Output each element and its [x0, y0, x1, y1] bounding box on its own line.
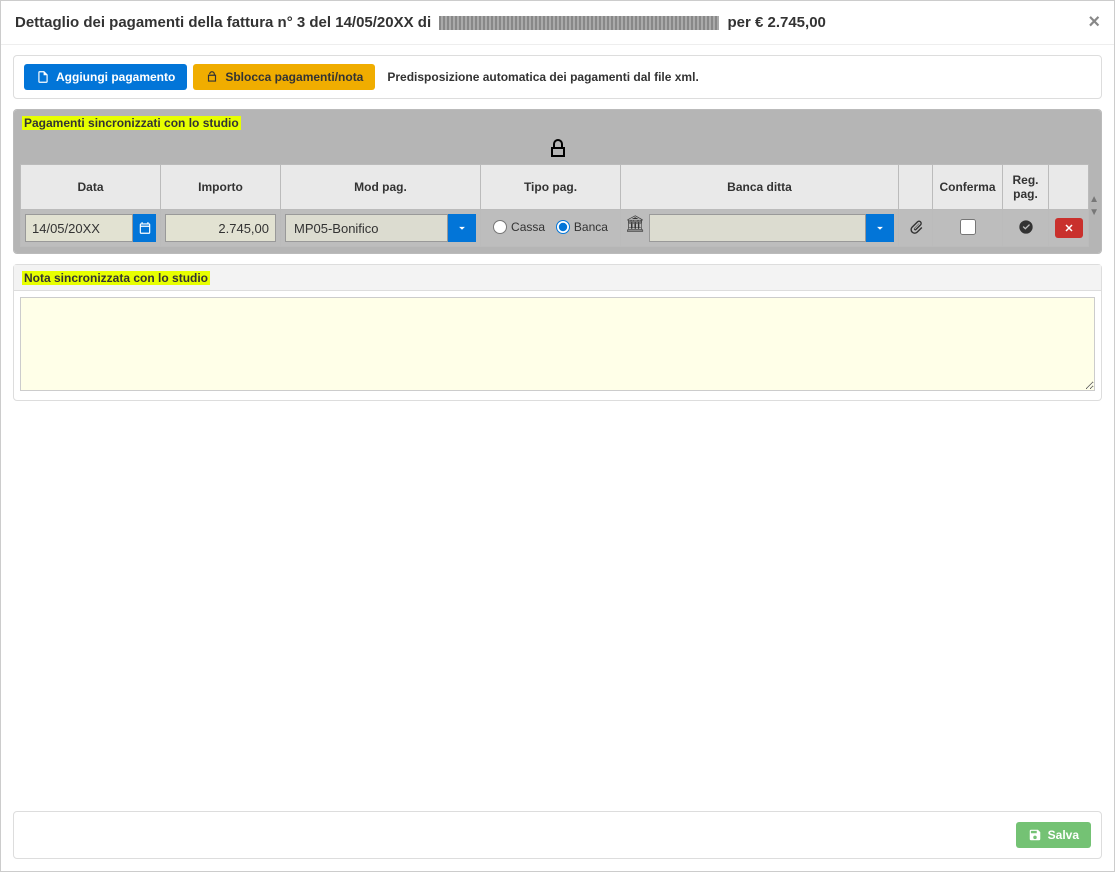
col-delete — [1049, 165, 1089, 210]
table-row: Cassa Banca 🏛 — [21, 210, 1089, 247]
paytype-banca-label: Banca — [574, 220, 608, 234]
lock-icon — [546, 149, 570, 164]
save-button[interactable]: Salva — [1016, 822, 1091, 848]
note-textarea[interactable] — [20, 297, 1095, 391]
save-label: Salva — [1048, 828, 1079, 842]
date-input[interactable] — [25, 214, 133, 242]
unlock-payments-label: Sblocca pagamenti/nota — [225, 70, 363, 84]
col-bank: Banca ditta — [621, 165, 899, 210]
bank-icon: 🏛 — [625, 214, 645, 242]
chevron-down-icon — [455, 221, 469, 235]
paytype-cassa-label: Cassa — [511, 220, 545, 234]
footer: Salva — [13, 811, 1102, 859]
confirm-checkbox[interactable] — [960, 219, 976, 235]
toolbar-info-text: Predisposizione automatica dei pagamenti… — [387, 70, 698, 84]
note-panel-heading: Nota sincronizzata con lo studio — [22, 271, 210, 285]
paymode-dropdown-button[interactable] — [448, 214, 476, 242]
file-icon — [36, 70, 50, 84]
paytype-cassa-radio[interactable] — [493, 220, 507, 234]
col-paymode: Mod pag. — [281, 165, 481, 210]
calendar-icon — [138, 221, 152, 235]
col-paytype: Tipo pag. — [481, 165, 621, 210]
col-amount: Importo — [161, 165, 281, 210]
regpag-check-icon — [1018, 223, 1034, 238]
save-icon — [1028, 828, 1042, 842]
payments-table: Data Importo Mod pag. Tipo pag. Banca di… — [20, 164, 1089, 247]
col-confirm: Conferma — [933, 165, 1003, 210]
unlock-payments-button[interactable]: Sblocca pagamenti/nota — [193, 64, 375, 90]
toolbar: Aggiungi pagamento Sblocca pagamenti/not… — [13, 55, 1102, 99]
amount-input[interactable] — [165, 214, 276, 242]
col-date: Data — [21, 165, 161, 210]
title-prefix: Dettaglio dei pagamenti della fattura n°… — [15, 14, 431, 31]
paytype-banca-radio[interactable] — [556, 220, 570, 234]
attachment-icon[interactable] — [908, 223, 924, 238]
add-payment-label: Aggiungi pagamento — [56, 70, 175, 84]
chevron-down-icon — [873, 221, 887, 235]
paymode-select[interactable] — [285, 214, 448, 242]
bank-select[interactable] — [649, 214, 866, 242]
modal-title: Dettaglio dei pagamenti della fattura n°… — [15, 14, 826, 31]
col-regpag: Reg. pag. — [1003, 165, 1049, 210]
arrow-down-icon[interactable]: ▼ — [1089, 207, 1099, 218]
note-panel: Nota sincronizzata con lo studio — [13, 264, 1102, 401]
unlock-icon — [205, 70, 219, 84]
col-attach — [899, 165, 933, 210]
payments-panel: Pagamenti sincronizzati con lo studio Da… — [13, 109, 1102, 254]
row-sort-arrows[interactable]: ▲ ▼ — [1089, 194, 1099, 218]
arrow-up-icon[interactable]: ▲ — [1089, 194, 1099, 205]
date-picker-button[interactable] — [133, 214, 156, 242]
title-suffix: per € 2.745,00 — [727, 14, 825, 31]
payments-panel-heading: Pagamenti sincronizzati con lo studio — [22, 116, 241, 130]
x-icon — [1063, 222, 1075, 234]
customer-name-blurred — [439, 16, 719, 30]
close-icon[interactable]: × — [1088, 11, 1100, 34]
bank-dropdown-button[interactable] — [866, 214, 894, 242]
add-payment-button[interactable]: Aggiungi pagamento — [24, 64, 187, 90]
delete-row-button[interactable] — [1055, 218, 1083, 238]
